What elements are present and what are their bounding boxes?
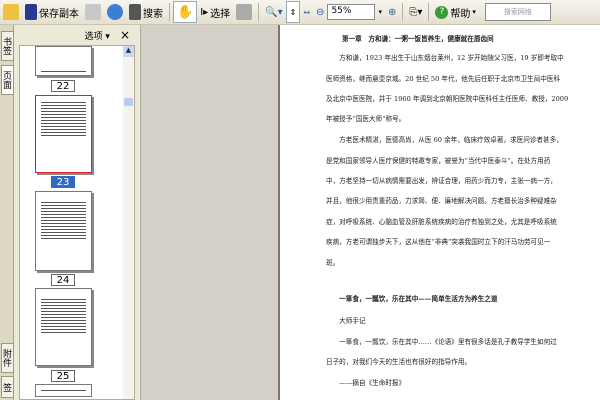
minus-circle-icon: ⊖ xyxy=(316,6,325,18)
page-thumbnail-24[interactable] xyxy=(35,191,92,271)
pages-panel: 选项 ▾ × 22 23 24 25 ▲ xyxy=(14,25,140,400)
page-number-24[interactable]: 24 xyxy=(51,274,75,286)
text-line: 年被授予“国医大师”称号。 xyxy=(326,115,406,123)
help-icon: ? xyxy=(435,5,449,19)
text-line: ——摘自《生命时报》 xyxy=(326,379,406,387)
floppy-disk-icon xyxy=(25,4,37,20)
save-copy-label: 保存副本 xyxy=(39,8,79,20)
printer-icon xyxy=(85,4,101,20)
fit-page-icon: ⇕ xyxy=(289,7,297,17)
rotate-button[interactable]: ⎘▾ xyxy=(406,1,425,23)
zoom-out-button[interactable]: ⊖ xyxy=(313,1,327,23)
text-line: 是党和国家领导人医疗保健的特邀专家，被誉为“当代中医泰斗”。在处方用药 xyxy=(326,157,551,165)
scrollbar-thumb[interactable] xyxy=(124,98,133,106)
tab-bookmarks[interactable]: 书签 xyxy=(1,31,14,61)
text-line: 一箪食，一瓢饮，乐在其中……《论语》里有很多话是孔子教导学生如何过 xyxy=(326,338,557,346)
close-panel-button[interactable]: × xyxy=(120,28,130,42)
page-number-23[interactable]: 23 xyxy=(51,176,75,188)
select-label: 选择 xyxy=(210,8,231,20)
help-button[interactable]: ? 帮助 ▾ xyxy=(432,1,479,23)
text-line: 及北京中医医院，并于 1960 年调到北京朝阳医院中医科任主任医师、教授，200… xyxy=(326,95,569,103)
page-number-22[interactable]: 22 xyxy=(51,80,75,92)
section-heading: 一箪食，一瓢饮，乐在其中——简单生活方为养生之道 xyxy=(326,295,498,303)
separator xyxy=(402,3,404,21)
hand-icon: ✋ xyxy=(177,4,194,20)
fit-page-button[interactable]: ⇕ xyxy=(285,1,301,23)
open-button[interactable] xyxy=(0,1,22,23)
print-button[interactable] xyxy=(82,1,104,23)
separator xyxy=(428,3,430,21)
toolbar: 保存副本 搜索 ✋ I▸ 选择 🔍▾ ⇕ ↔ ⊖ 55% ▾ ⊕ ⎘▾ ? 帮助 ▾ … xyxy=(0,0,600,25)
plus-circle-icon: ⊕ xyxy=(387,6,397,18)
web-search-input[interactable]: 搜索网络 xyxy=(484,3,551,21)
text-line: 医师资格，继而悬壶京城。20 世纪 50 年代，他先后任职于北京市卫生局中医科 xyxy=(326,75,561,83)
zoom-in-button[interactable]: ⊕ xyxy=(385,1,399,23)
text-line: 日子的，对我们今天的生活也有很好的指导作用。 xyxy=(326,358,472,366)
tab-signatures[interactable]: 签名 xyxy=(1,376,14,398)
zoom-dropdown[interactable]: ▾ xyxy=(375,1,385,23)
scroll-up-arrow-icon[interactable]: ▲ xyxy=(123,46,134,57)
folder-open-icon xyxy=(3,4,19,20)
page-thumbnail-22[interactable] xyxy=(35,46,92,76)
text-line: 方老医术精湛，医德高尚，从医 60 余年，临床疗效卓著，求医问诊者甚多， xyxy=(326,136,563,144)
text-cursor-icon: I▸ xyxy=(200,6,209,18)
fit-width-icon: ↔ xyxy=(303,7,311,17)
tab-pages[interactable]: 页面 xyxy=(1,65,14,95)
binoculars-icon xyxy=(129,4,141,20)
search-button[interactable]: 搜索 xyxy=(126,1,166,23)
chevron-down-icon: ▾ xyxy=(472,8,476,16)
zoom-level-input[interactable]: 55% xyxy=(327,4,376,20)
magnifier-plus-icon: 🔍▾ xyxy=(265,6,283,18)
separator xyxy=(169,3,170,21)
camera-icon xyxy=(236,4,253,20)
thumbnail-list: 22 23 24 25 ▲ xyxy=(19,45,135,400)
navigation-tabs: 书签 页面 附件 签名 xyxy=(0,25,14,400)
document-background xyxy=(145,25,278,400)
save-copy-button[interactable]: 保存副本 xyxy=(22,1,82,23)
panel-header: 选项 ▾ × xyxy=(14,25,140,45)
text-line: 大师手记 xyxy=(326,317,366,325)
options-label: 选项 xyxy=(84,31,103,42)
options-menu[interactable]: 选项 ▾ xyxy=(85,29,110,42)
text-line: 斑。 xyxy=(326,259,340,267)
page-thumbnail-25[interactable] xyxy=(35,288,92,366)
select-tool-button[interactable]: I▸ 选择 xyxy=(197,1,233,23)
hand-tool-button[interactable]: ✋ xyxy=(173,1,198,23)
email-button[interactable] xyxy=(104,1,126,23)
page-thumbnail-23[interactable] xyxy=(35,95,92,173)
globe-mail-icon xyxy=(107,4,123,20)
tab-attachments[interactable]: 附件 xyxy=(1,343,14,373)
help-label: 帮助 xyxy=(450,8,471,20)
thumbnail-scrollbar[interactable]: ▲ xyxy=(123,46,134,399)
page-thumbnail-26[interactable] xyxy=(35,384,92,397)
chevron-down-icon: ▾ xyxy=(378,8,382,16)
document-page: 第一章 方和谦：一粥一饭皆养生，健康就在唇齿间 方和谦，1923 年出生于山东烟… xyxy=(278,25,600,400)
chapter-title: 第一章 方和谦：一粥一饭皆养生，健康就在唇齿间 xyxy=(342,35,494,43)
text-line: 方和谦，1923 年出生于山东烟台莱州，12 岁开始随父习医，19 岁即考取中 xyxy=(326,54,564,62)
separator xyxy=(258,3,260,21)
fit-width-button[interactable]: ↔ xyxy=(300,1,313,23)
page-number-25[interactable]: 25 xyxy=(51,370,75,382)
snapshot-button[interactable] xyxy=(233,1,255,23)
rotate-page-icon: ⎘▾ xyxy=(409,6,423,18)
search-label: 搜索 xyxy=(143,8,163,20)
text-line: 疾病，方老可谓独步天下，这从他在“非典”突袭我国时立下的汗马功劳可见一 xyxy=(326,238,551,246)
text-line: 症，对呼吸系统、心脑血管及肝脏系统疾病的治疗有独到之处，尤其是呼吸系统 xyxy=(326,218,557,226)
zoom-in-tool-button[interactable]: 🔍▾ xyxy=(262,1,285,23)
text-line: 并且，他很少用贵重药品，力求简、便、廉地解决问题。方老擅长治多种疑难杂 xyxy=(326,197,557,205)
text-line: 中，方老坚持一切从病情需要出发，辨证合理，用药少而力专，主张一病一方， xyxy=(326,177,557,185)
